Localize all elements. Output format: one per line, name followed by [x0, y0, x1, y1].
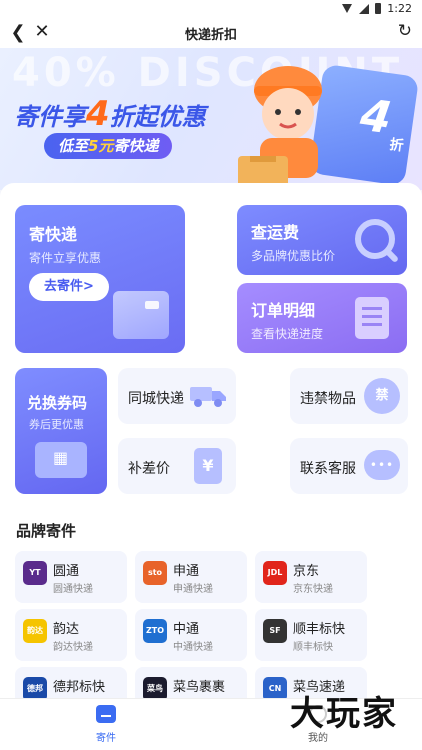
brand-item[interactable]: JDL 京东京东快递: [255, 551, 367, 603]
signal-icon: [359, 3, 370, 14]
brand-name: 德邦标快: [53, 680, 106, 695]
brand-name: 韵达: [53, 622, 80, 637]
brand-name: 中通: [173, 622, 200, 637]
brand-logo-icon: sto: [143, 561, 167, 585]
brand-item[interactable]: 韵达 韵达 韵达快递: [15, 609, 127, 661]
battery-icon: [375, 3, 382, 14]
brand-item[interactable]: 菜鸟 菜鸟裹裹: [135, 667, 247, 698]
brand-logo-icon: 德邦: [23, 677, 47, 698]
document-icon: [355, 297, 389, 339]
magnifier-icon: [355, 219, 395, 259]
brand-name: 顺丰标快: [293, 622, 346, 637]
brand-logo-icon: ZTO: [143, 619, 167, 643]
order-details-card[interactable]: 订单明细 查看快递进度: [237, 283, 407, 353]
check-fee-card[interactable]: 查运费 多品牌优惠比价: [237, 205, 407, 275]
send-express-subtitle: 寄件立享优惠: [29, 251, 102, 265]
prohibited-icon: 禁: [364, 378, 400, 414]
brand-item[interactable]: SF 顺丰标快 顺丰标快: [255, 609, 367, 661]
brand-subtitle: 中通快递: [173, 642, 213, 653]
banner-price-pill: 低至5元寄快递: [44, 133, 173, 159]
brand-name: 菜鸟裹裹: [173, 680, 226, 695]
brand-item[interactable]: YT 圆通圆通快递: [15, 551, 127, 603]
same-city-title: 同城快递: [128, 391, 184, 407]
chat-bubble-icon: •••: [364, 450, 400, 480]
refresh-icon[interactable]: ↻: [398, 21, 412, 41]
brand-logo-icon: 菜鸟: [143, 677, 167, 698]
service-panel: 寄快递 寄件立享优惠 去寄件> 查运费 多品牌优惠比价 订单明细 查看快递进度 …: [0, 183, 422, 698]
brand-name: 京东: [293, 564, 320, 579]
brand-name: 申通: [173, 564, 200, 579]
brand-subtitle: 申通快递: [173, 584, 213, 595]
title-bar: ❮ ✕ 快递折扣 ↻: [0, 16, 422, 48]
brand-logo-icon: 韵达: [23, 619, 47, 643]
pay-difference-title: 补差价: [128, 461, 170, 477]
customer-service-card[interactable]: 联系客服 •••: [290, 438, 408, 494]
check-fee-title: 查运费: [251, 223, 300, 242]
send-tab-icon: [96, 705, 116, 723]
banner-headline: 寄件享4折起优惠: [14, 94, 206, 134]
tab-send-label: 寄件: [96, 733, 116, 744]
courier-illustration: [238, 66, 322, 190]
brand-logo-icon: YT: [23, 561, 47, 585]
tab-send[interactable]: 寄件: [66, 705, 146, 744]
package-icon: [113, 291, 169, 339]
wifi-icon: [342, 4, 353, 13]
pay-difference-card[interactable]: 补差价 ¥: [118, 438, 236, 494]
redeem-coupon-title: 兑换券码: [27, 394, 88, 412]
brand-item[interactable]: 德邦 德邦标快: [15, 667, 127, 698]
order-details-subtitle: 查看快递进度: [251, 327, 324, 341]
prohibited-items-title: 违禁物品: [300, 391, 356, 407]
check-fee-subtitle: 多品牌优惠比价: [251, 249, 336, 263]
same-city-card[interactable]: 同城快递: [118, 368, 236, 424]
send-express-card[interactable]: 寄快递 寄件立享优惠 去寄件>: [15, 205, 185, 353]
brand-item[interactable]: sto 申通申通快递: [135, 551, 247, 603]
brand-logo-icon: SF: [263, 619, 287, 643]
coupon-ticket-icon: [35, 442, 87, 478]
brand-logo-icon: JDL: [263, 561, 287, 585]
brand-subtitle: 圆通快递: [53, 584, 93, 595]
go-send-button[interactable]: 去寄件>: [29, 273, 109, 301]
status-time: 1:22: [387, 2, 412, 15]
page-title: 快递折扣: [184, 28, 237, 43]
brand-subtitle: 京东快递: [293, 584, 333, 595]
order-details-title: 订单明细: [251, 301, 316, 320]
brand-item[interactable]: ZTO 中通中通快递: [135, 609, 247, 661]
redeem-coupon-card[interactable]: 兑换券码 券后更优惠: [15, 368, 107, 494]
yuan-icon: ¥: [194, 448, 222, 484]
brand-section-title: 品牌寄件: [16, 522, 77, 540]
prohibited-items-card[interactable]: 违禁物品 禁: [290, 368, 408, 424]
site-watermark: 大玩家: [290, 694, 398, 734]
customer-service-title: 联系客服: [300, 461, 356, 477]
brand-name: 圆通: [53, 564, 80, 579]
promo-banner[interactable]: 40% DISCOUNT 寄件享4折起优惠 低至5元寄快递 4 折: [0, 48, 422, 190]
brand-logo-icon: CN: [263, 677, 287, 698]
brand-subtitle: 顺丰标快: [293, 642, 333, 653]
send-express-title: 寄快递: [29, 225, 78, 244]
redeem-coupon-subtitle: 券后更优惠: [29, 418, 84, 431]
status-bar: 1:22: [0, 0, 422, 16]
brand-subtitle: 韵达快递: [53, 642, 93, 653]
truck-icon: [190, 387, 226, 407]
